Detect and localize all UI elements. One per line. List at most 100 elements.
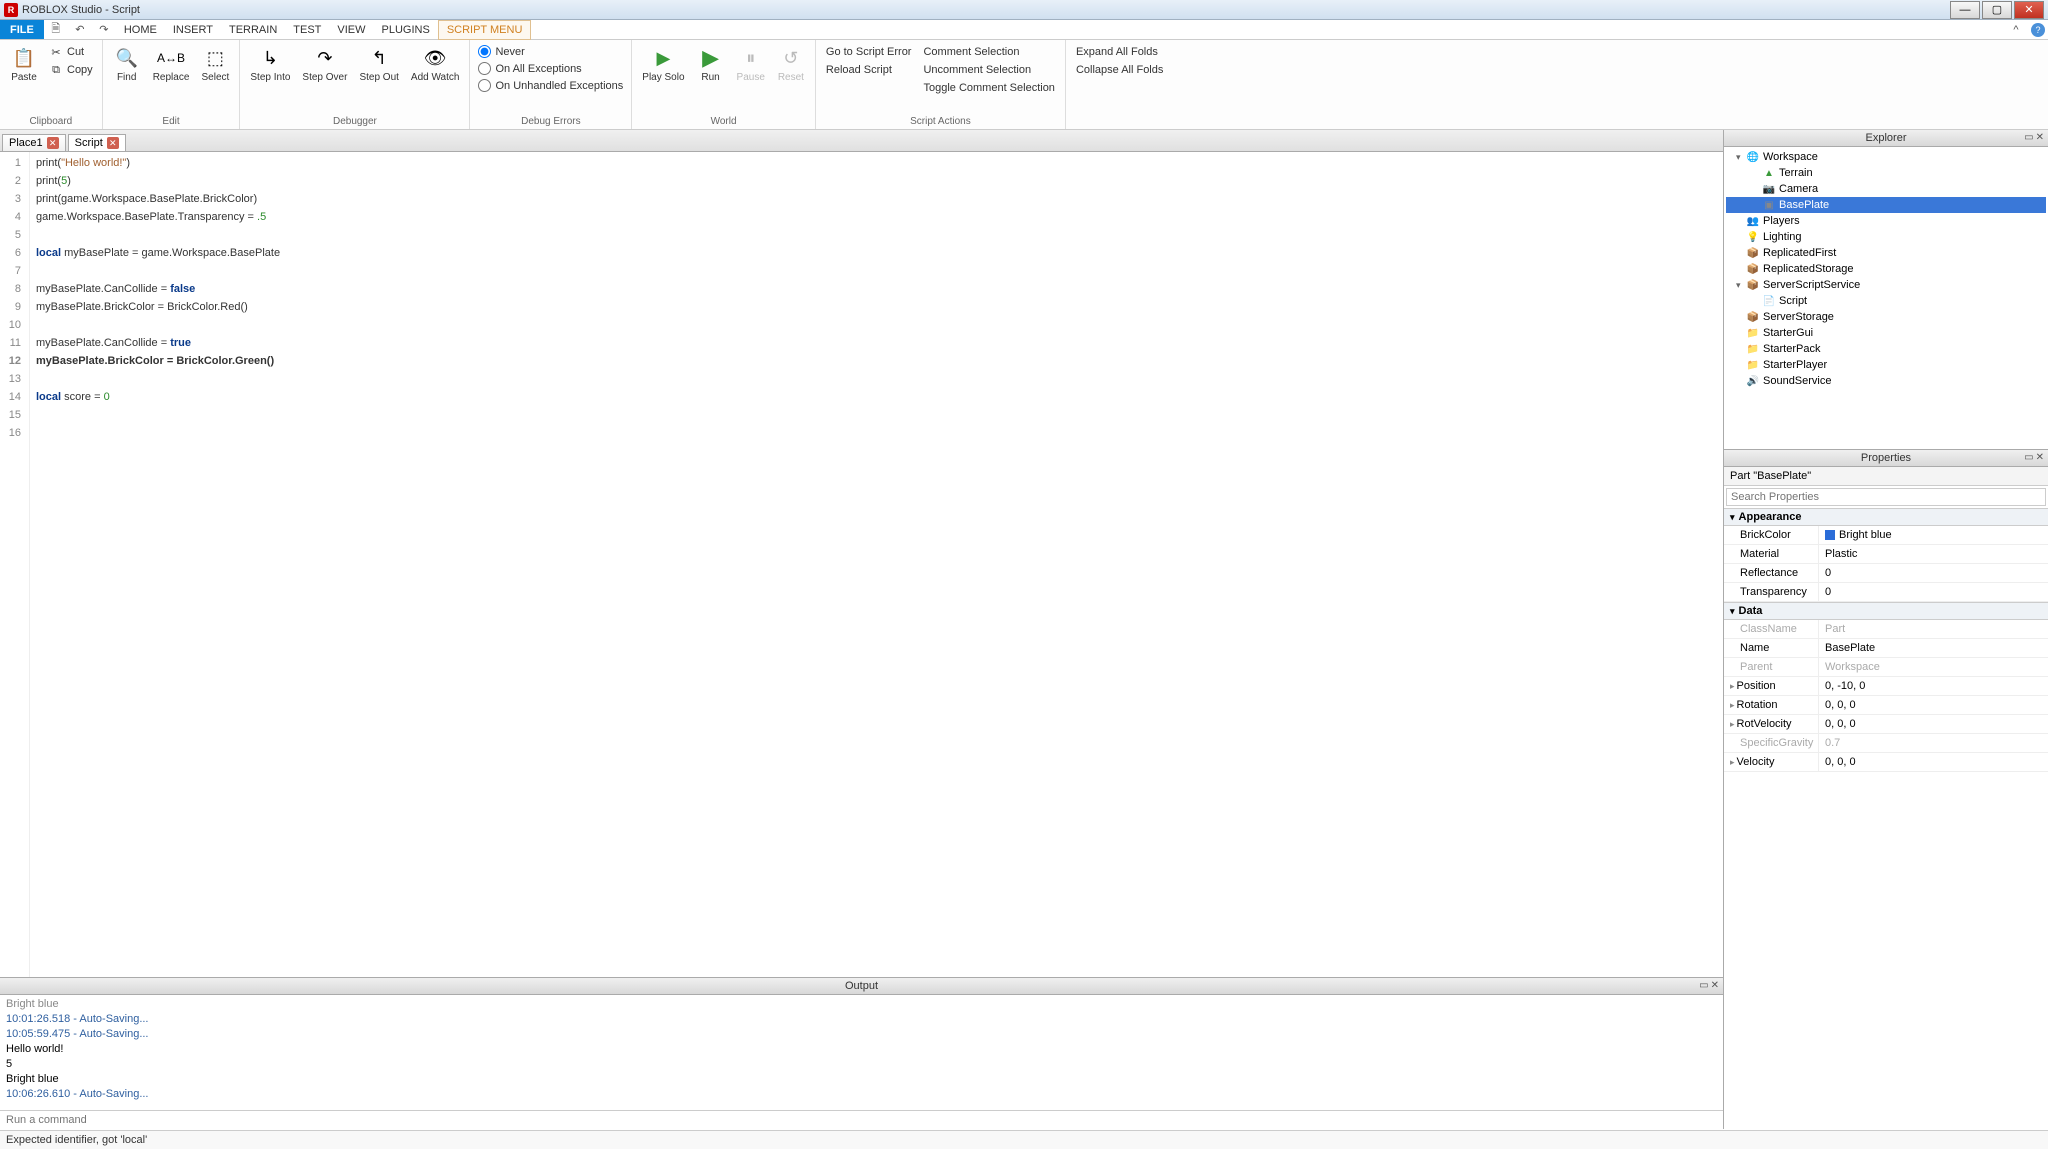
close-button[interactable]: ✕	[2014, 1, 2044, 19]
run-button[interactable]: ▶Run	[693, 44, 729, 85]
prop-row-rotation[interactable]: ▸Rotation0, 0, 0	[1724, 696, 2048, 715]
tree-item-players[interactable]: 👥Players	[1726, 213, 2046, 229]
prop-category-appearance[interactable]: ▾Appearance	[1724, 508, 2048, 526]
tree-item-replicatedfirst[interactable]: 📦ReplicatedFirst	[1726, 245, 2046, 261]
tree-item-lighting[interactable]: 💡Lighting	[1726, 229, 2046, 245]
output-line: 10:05:59.475 - Auto-Saving...	[6, 1027, 1717, 1042]
prop-row-position[interactable]: ▸Position0, -10, 0	[1724, 677, 2048, 696]
on-all-radio[interactable]: On All Exceptions	[476, 61, 625, 76]
tree-item-workspace[interactable]: ▾🌐Workspace	[1726, 149, 2046, 165]
properties-header: Part "BasePlate"	[1724, 467, 2048, 486]
tree-item-starterplayer[interactable]: 📁StarterPlayer	[1726, 357, 2046, 373]
output-panel: Output ▭✕ Bright blue10:01:26.518 - Auto…	[0, 977, 1723, 1129]
menu-terrain[interactable]: TERRAIN	[221, 21, 285, 39]
output-line: 10:01:26.518 - Auto-Saving...	[6, 1012, 1717, 1027]
prop-row-velocity[interactable]: ▸Velocity0, 0, 0	[1724, 753, 2048, 772]
ribbon-group-world: ▶Play Solo ▶Run ⏸Pause ↺Reset World	[632, 40, 816, 129]
tree-item-terrain[interactable]: ▲Terrain	[1726, 165, 2046, 181]
properties-undock-icon[interactable]: ▭	[2024, 452, 2033, 463]
titlebar: R ROBLOX Studio - Script — ▢ ✕	[0, 0, 2048, 20]
tree-item-serverstorage[interactable]: 📦ServerStorage	[1726, 309, 2046, 325]
ribbon-group-debug-errors: Never On All Exceptions On Unhandled Exc…	[470, 40, 632, 129]
menu-test[interactable]: TEST	[285, 21, 329, 39]
replace-button[interactable]: A↔BReplace	[149, 44, 194, 85]
code-editor[interactable]: 12345678910111213141516 print("Hello wor…	[0, 152, 1723, 977]
output-undock-icon[interactable]: ▭	[1699, 980, 1708, 991]
ribbon-group-folds: Expand All Folds Collapse All Folds	[1066, 40, 1173, 129]
menubar: FILE 🗎 ↶ ↷ HOMEINSERTTERRAINTESTVIEWPLUG…	[0, 20, 2048, 40]
menu-insert[interactable]: INSERT	[165, 21, 221, 39]
cut-button[interactable]: ✂Cut	[46, 44, 96, 60]
pause-button[interactable]: ⏸Pause	[733, 44, 769, 85]
doc-tab-script[interactable]: Script✕	[68, 134, 126, 151]
prop-category-data[interactable]: ▾Data	[1724, 602, 2048, 620]
ribbon: 📋Paste ✂Cut ⧉Copy Clipboard 🔍Find A↔BRep…	[0, 40, 2048, 130]
add-watch-button[interactable]: 👁Add Watch	[407, 44, 464, 85]
step-out-button[interactable]: ↰Step Out	[355, 44, 402, 85]
tree-item-camera[interactable]: 📷Camera	[1726, 181, 2046, 197]
comment-selection-button[interactable]: Comment Selection	[919, 44, 1058, 60]
prop-row-material[interactable]: MaterialPlastic	[1724, 545, 2048, 564]
prop-row-brickcolor[interactable]: BrickColorBright blue	[1724, 526, 2048, 545]
explorer-undock-icon[interactable]: ▭	[2024, 132, 2033, 143]
never-radio[interactable]: Never	[476, 44, 625, 59]
explorer-panel: Explorer ▭✕ ▾🌐Workspace▲Terrain📷Camera▣B…	[1724, 130, 2048, 450]
output-body[interactable]: Bright blue10:01:26.518 - Auto-Saving...…	[0, 995, 1723, 1110]
paste-button[interactable]: 📋Paste	[6, 44, 42, 85]
output-line: 10:06:26.610 - Auto-Saving...	[6, 1087, 1717, 1102]
menu-script-menu[interactable]: SCRIPT MENU	[438, 20, 532, 40]
tab-close-icon[interactable]: ✕	[107, 137, 119, 149]
goto-script-error-button[interactable]: Go to Script Error	[822, 44, 916, 60]
uncomment-selection-button[interactable]: Uncomment Selection	[919, 62, 1058, 78]
explorer-close-icon[interactable]: ✕	[2036, 132, 2044, 143]
tree-item-startergui[interactable]: 📁StarterGui	[1726, 325, 2046, 341]
step-into-button[interactable]: ↳Step Into	[246, 44, 294, 85]
output-close-icon[interactable]: ✕	[1711, 980, 1719, 991]
explorer-title: Explorer ▭✕	[1724, 130, 2048, 147]
properties-close-icon[interactable]: ✕	[2036, 452, 2044, 463]
tree-item-soundservice[interactable]: 🔊SoundService	[1726, 373, 2046, 389]
expand-folds-button[interactable]: Expand All Folds	[1072, 44, 1167, 60]
maximize-button[interactable]: ▢	[1982, 1, 2012, 19]
on-unhandled-radio[interactable]: On Unhandled Exceptions	[476, 78, 625, 93]
prop-row-specificgravity: SpecificGravity0.7	[1724, 734, 2048, 753]
collapse-folds-button[interactable]: Collapse All Folds	[1072, 62, 1167, 78]
step-over-button[interactable]: ↷Step Over	[298, 44, 351, 85]
doc-tab-place1[interactable]: Place1✕	[2, 134, 66, 151]
tree-item-serverscriptservice[interactable]: ▾📦ServerScriptService	[1726, 277, 2046, 293]
select-button[interactable]: ⬚Select	[197, 44, 233, 85]
prop-row-rotvelocity[interactable]: ▸RotVelocity0, 0, 0	[1724, 715, 2048, 734]
help-icon[interactable]: ?	[2031, 23, 2045, 37]
explorer-tree: ▾🌐Workspace▲Terrain📷Camera▣BasePlate👥Pla…	[1724, 147, 2048, 449]
reset-button[interactable]: ↺Reset	[773, 44, 809, 85]
play-solo-button[interactable]: ▶Play Solo	[638, 44, 688, 85]
copy-button[interactable]: ⧉Copy	[46, 62, 96, 78]
tab-close-icon[interactable]: ✕	[47, 137, 59, 149]
tree-item-replicatedstorage[interactable]: 📦ReplicatedStorage	[1726, 261, 2046, 277]
prop-row-reflectance[interactable]: Reflectance0	[1724, 564, 2048, 583]
tree-item-baseplate[interactable]: ▣BasePlate	[1726, 197, 2046, 213]
minimize-button[interactable]: —	[1950, 1, 1980, 19]
output-line: 5	[6, 1057, 1717, 1072]
tree-item-starterpack[interactable]: 📁StarterPack	[1726, 341, 2046, 357]
collapse-ribbon-icon[interactable]: ^	[2008, 22, 2024, 38]
menu-plugins[interactable]: PLUGINS	[374, 21, 438, 39]
menu-home[interactable]: HOME	[116, 21, 165, 39]
menu-view[interactable]: VIEW	[329, 21, 373, 39]
toggle-comment-button[interactable]: Toggle Comment Selection	[919, 80, 1058, 96]
prop-row-transparency[interactable]: Transparency0	[1724, 583, 2048, 602]
file-menu[interactable]: FILE	[0, 20, 44, 39]
ribbon-group-edit: 🔍Find A↔BReplace ⬚Select Edit	[103, 40, 241, 129]
prop-row-name[interactable]: NameBasePlate	[1724, 639, 2048, 658]
ribbon-group-debugger: ↳Step Into ↷Step Over ↰Step Out 👁Add Wat…	[240, 40, 470, 129]
undo-icon[interactable]: ↶	[72, 22, 88, 38]
reload-script-button[interactable]: Reload Script	[822, 62, 916, 78]
command-input[interactable]	[6, 1114, 1717, 1126]
output-line: Bright blue	[6, 997, 1717, 1012]
find-button[interactable]: 🔍Find	[109, 44, 145, 85]
tree-item-script[interactable]: 📄Script	[1726, 293, 2046, 309]
document-tabs: Place1✕Script✕	[0, 130, 1723, 152]
properties-search-input[interactable]	[1726, 488, 2046, 506]
new-icon[interactable]: 🗎	[48, 22, 64, 38]
redo-icon[interactable]: ↷	[96, 22, 112, 38]
